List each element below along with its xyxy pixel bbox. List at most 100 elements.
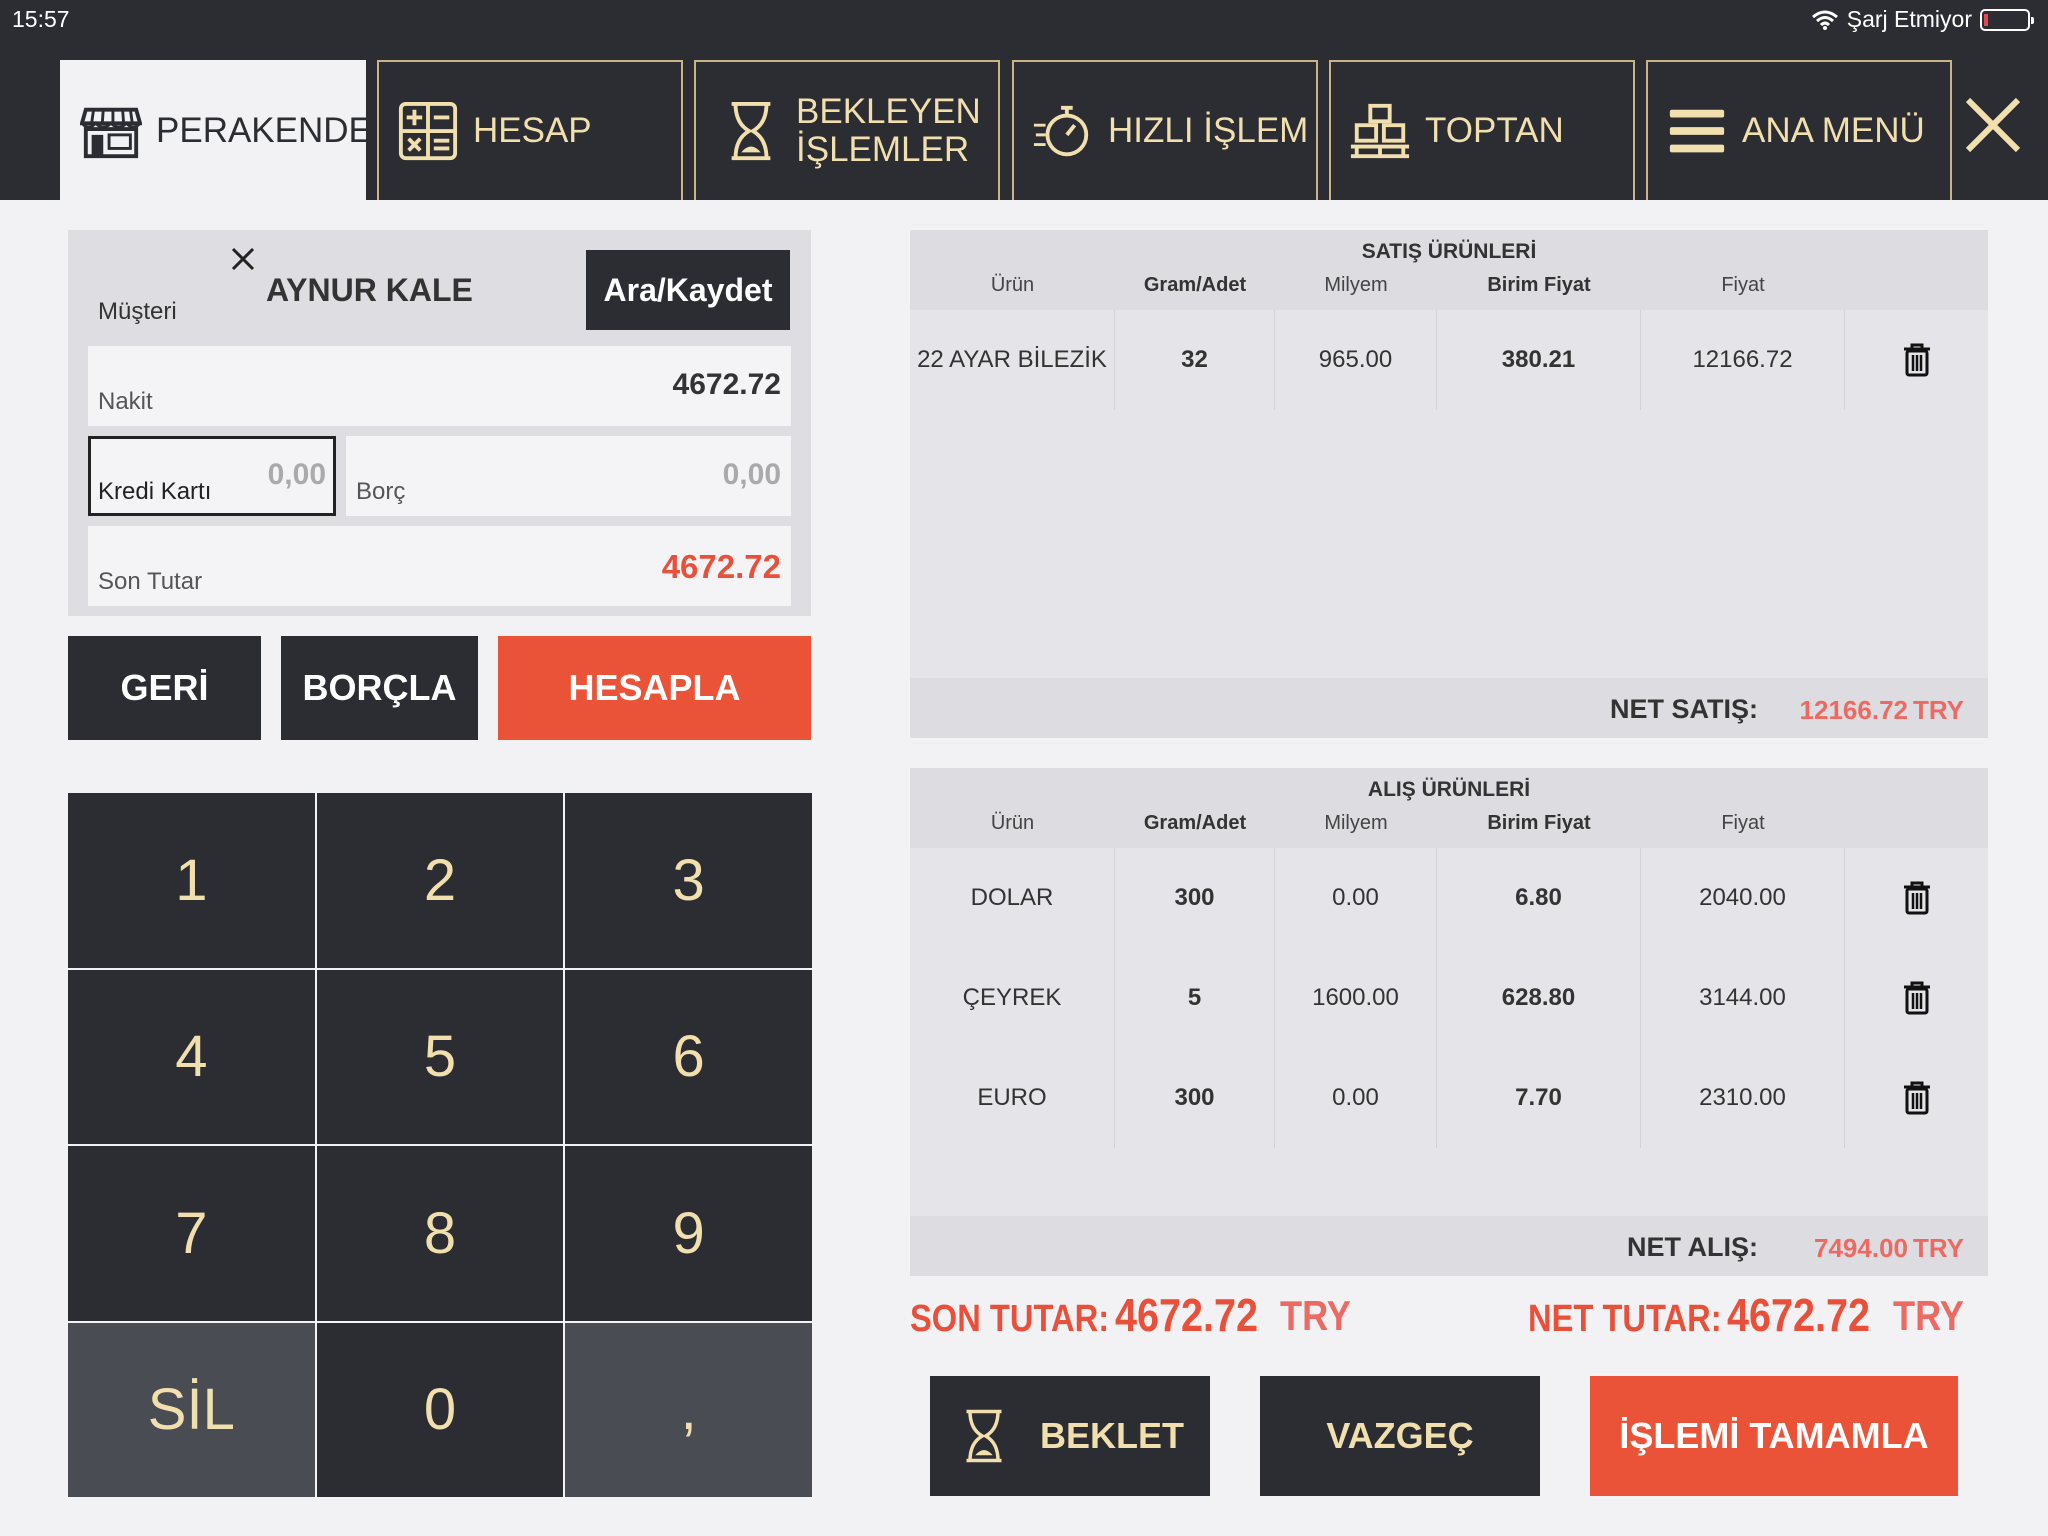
key-8[interactable]: 8	[316, 1146, 564, 1321]
delete-cell	[1845, 310, 1988, 410]
key-delete[interactable]: SİL	[68, 1322, 315, 1497]
hamburger-icon	[1669, 109, 1725, 153]
product-cell: 22 AYAR BİLEZİK	[910, 310, 1115, 410]
product-cell: DOLAR	[910, 848, 1115, 948]
net-purchase-currency: TRY	[1912, 1233, 1964, 1263]
net-purchase-label: NET ALIŞ:	[1627, 1232, 1758, 1262]
tab-label: PERAKENDE	[156, 111, 372, 150]
hourglass-icon	[731, 101, 771, 161]
stopwatch-icon	[1033, 105, 1089, 157]
price-cell: 3144.00	[1641, 948, 1845, 1048]
clear-customer-icon[interactable]	[228, 244, 258, 274]
price-cell: 12166.72	[1641, 310, 1845, 410]
tab-label: ANA MENÜ	[1742, 111, 1925, 150]
delete-cell	[1845, 1048, 1988, 1148]
tab-hizli-islem[interactable]: HIZLI İŞLEM	[1012, 60, 1318, 200]
table-header: ALIŞ ÜRÜNLERİ Ürün Gram/Adet Milyem Biri…	[910, 768, 1988, 848]
column-header: Ürün	[990, 812, 1035, 834]
customer-name: AYNUR KALE	[266, 272, 473, 308]
table-row[interactable]: DOLAR 300 0.00 6.80 2040.00	[910, 848, 1988, 948]
product-cell: ÇEYREK	[910, 948, 1115, 1048]
column-header: Milyem	[1324, 274, 1388, 296]
key-4[interactable]: 4	[68, 969, 315, 1144]
status-time: 15:57	[12, 6, 70, 32]
column-header: Gram/Adet	[1143, 274, 1247, 296]
key-7[interactable]: 7	[68, 1146, 315, 1321]
cash-value: 4672.72	[672, 368, 781, 401]
customer-label: Müşteri	[98, 298, 177, 325]
cancel-button[interactable]: VAZGEÇ	[1260, 1376, 1540, 1496]
charging-status: Şarj Etmiyor	[1846, 6, 1972, 32]
column-header: Milyem	[1324, 812, 1388, 834]
hold-label: BEKLET	[1040, 1415, 1184, 1456]
net-sales-label: NET SATIŞ:	[1610, 694, 1758, 724]
tab-ana-menu[interactable]: ANA MENÜ	[1646, 60, 1952, 200]
net-tutar-currency: TRY	[1893, 1292, 1964, 1339]
top-bar: 15:57 Şarj Etmiyor PERAKENDE HESAP BEKLE…	[0, 0, 2048, 200]
cash-field[interactable]: Nakit 4672.72	[88, 346, 791, 426]
debt-field[interactable]: Borç 0,00	[346, 436, 791, 516]
tab-toptan[interactable]: TOPTAN	[1329, 60, 1635, 200]
hourglass-icon	[966, 1409, 1002, 1463]
unit-price-cell: 380.21	[1437, 310, 1641, 410]
calculate-button[interactable]: HESAPLA	[498, 636, 811, 740]
net-purchase-value: 7494.00	[1814, 1233, 1908, 1263]
sales-products-table: SATIŞ ÜRÜNLERİ Ürün Gram/Adet Milyem Bir…	[910, 230, 1988, 738]
key-1[interactable]: 1	[68, 793, 315, 968]
tab-hesap[interactable]: HESAP	[377, 60, 683, 200]
quantity-cell: 300	[1115, 848, 1275, 948]
tab-label: HIZLI İŞLEM	[1108, 111, 1309, 150]
delete-cell	[1845, 848, 1988, 948]
table-title: SATIŞ ÜRÜNLERİ	[1361, 240, 1537, 263]
price-cell: 2040.00	[1641, 848, 1845, 948]
key-2[interactable]: 2	[316, 793, 564, 968]
column-header: Fiyat	[1721, 812, 1765, 834]
table-header: SATIŞ ÜRÜNLERİ Ürün Gram/Adet Milyem Bir…	[910, 230, 1988, 310]
trash-icon[interactable]	[1902, 881, 1932, 915]
back-button[interactable]: GERİ	[68, 636, 261, 740]
table-row[interactable]: ÇEYREK 5 1600.00 628.80 3144.00	[910, 948, 1988, 1048]
trash-icon[interactable]	[1902, 981, 1932, 1015]
tab-label: BEKLEYEN İŞLEMLER	[796, 92, 981, 169]
complete-transaction-button[interactable]: İŞLEMİ TAMAMLA	[1590, 1376, 1958, 1496]
debt-value: 0,00	[722, 458, 781, 491]
credit-card-field[interactable]: Kredi Kartı 0,00	[88, 436, 336, 516]
tab-label: TOPTAN	[1425, 111, 1564, 150]
table-row[interactable]: EURO 300 0.00 7.70 2310.00	[910, 1048, 1988, 1148]
status-indicators: Şarj Etmiyor	[1811, 6, 2034, 33]
key-comma[interactable]: ,	[565, 1322, 812, 1497]
boxes-icon	[1350, 103, 1410, 159]
battery-icon	[1980, 8, 2034, 31]
wifi-icon	[1811, 10, 1838, 30]
key-6[interactable]: 6	[565, 969, 812, 1144]
quantity-cell: 32	[1115, 310, 1275, 410]
trash-icon[interactable]	[1902, 343, 1932, 377]
final-total-label: Son Tutar	[98, 568, 203, 595]
numeric-keypad: 1 2 3 4 5 6 7 8 9 SİL 0 ,	[68, 793, 812, 1497]
credit-card-label: Kredi Kartı	[98, 478, 212, 505]
tab-bekleyen-islemler[interactable]: BEKLEYEN İŞLEMLER	[694, 60, 1000, 200]
hold-button[interactable]: BEKLET	[930, 1376, 1210, 1496]
millesimal-cell: 965.00	[1275, 310, 1437, 410]
quantity-cell: 5	[1115, 948, 1275, 1048]
search-save-button[interactable]: Ara/Kaydet	[586, 250, 790, 330]
net-sales-currency: TRY	[1912, 695, 1964, 725]
trash-icon[interactable]	[1902, 1081, 1932, 1115]
payment-panel: Müşteri AYNUR KALE Ara/Kaydet Nakit 4672…	[68, 230, 811, 616]
column-header: Birim Fiyat	[1487, 274, 1591, 296]
table-footer: NET SATIŞ: 12166.72 TRY	[910, 678, 1988, 738]
tab-perakende[interactable]: PERAKENDE	[60, 60, 372, 200]
key-5[interactable]: 5	[316, 969, 564, 1144]
table-row[interactable]: 22 AYAR BİLEZİK 32 965.00 380.21 12166.7…	[910, 310, 1988, 410]
close-icon[interactable]	[1958, 90, 2028, 160]
column-header: Ürün	[990, 274, 1035, 296]
unit-price-cell: 628.80	[1437, 948, 1641, 1048]
debt-label: Borç	[356, 478, 406, 505]
key-3[interactable]: 3	[565, 793, 812, 968]
debit-button[interactable]: BORÇLA	[281, 636, 478, 740]
column-header: Gram/Adet	[1143, 812, 1247, 834]
store-icon	[80, 107, 142, 159]
key-9[interactable]: 9	[565, 1146, 812, 1321]
key-0[interactable]: 0	[316, 1322, 564, 1497]
price-cell: 2310.00	[1641, 1048, 1845, 1148]
